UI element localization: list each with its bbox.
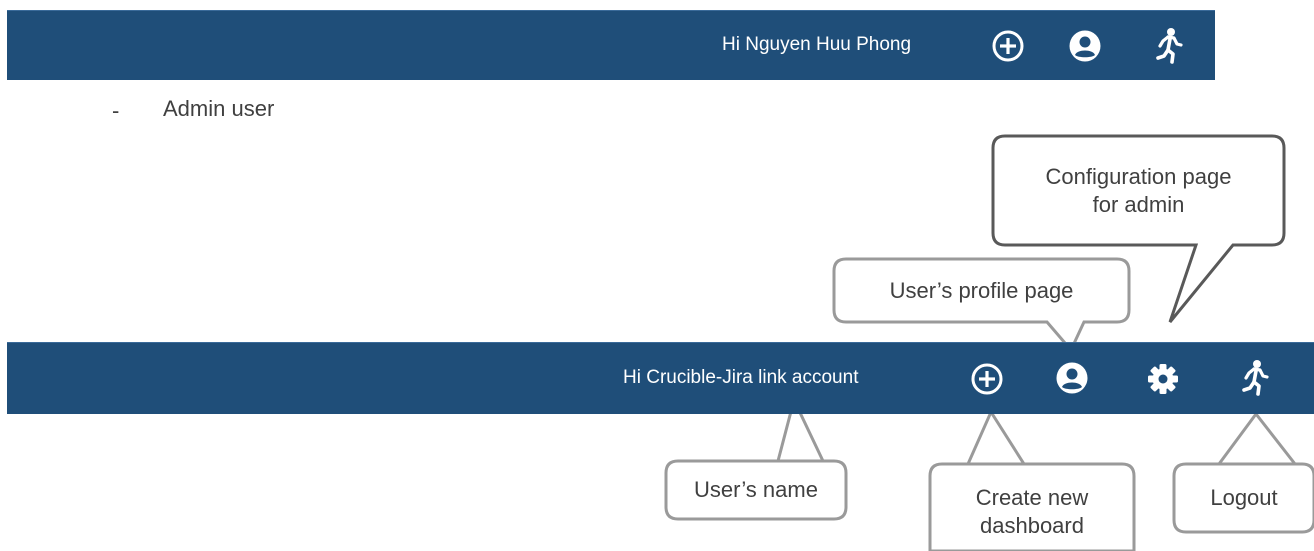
admin-greeting: Hi Crucible-Jira link account [623,367,859,388]
callout-config: Configuration page for admin [993,163,1284,219]
callout-shapes [664,134,1314,551]
callout-profile: User’s profile page [889,278,1074,303]
callout-create: Create new dashboard [930,484,1134,540]
callout-name: User’s name [694,477,818,502]
gear-icon[interactable] [1146,362,1180,396]
callout-config-line2: for admin [1092,192,1185,217]
user-circle-icon[interactable] [1055,361,1089,395]
callout-create-line1: Create new [975,485,1089,510]
callout-config-line1: Configuration page [1045,164,1232,189]
callout-logout: Logout [1210,485,1278,510]
plus-circle-icon[interactable] [970,362,1004,396]
callout-logout-shape [1172,411,1314,534]
running-man-icon[interactable] [1240,359,1270,397]
callout-create-line2: dashboard [980,513,1084,538]
